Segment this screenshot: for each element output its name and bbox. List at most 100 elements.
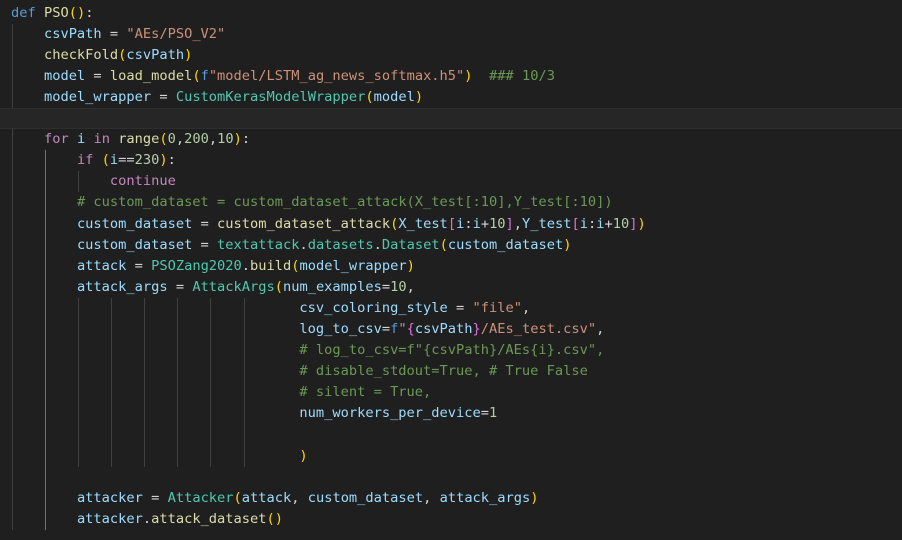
code-token: ) [184,46,193,63]
code-line[interactable] [0,425,902,446]
code-token: ( [68,4,77,21]
code-line[interactable]: attacker = Attacker(attack, custom_datas… [0,488,902,509]
code-token: ) [637,215,646,232]
code-token: , [596,321,605,337]
code-line[interactable]: if (i==230): [0,150,902,171]
code-line-text: attack_args = AttackArgs(num_examples=10… [11,277,415,298]
code-line[interactable]: custom_dataset = textattack.datasets.Dat… [0,235,902,256]
code-token: model_wrapper [43,88,152,105]
code-token: = [192,215,218,232]
code-line[interactable]: for i in range(0,200,10): [0,129,902,150]
code-token: 10 [217,131,234,148]
code-line-text: csv_coloring_style = "file", [11,298,530,319]
code-token: attack_args [76,278,168,295]
code-token: . [299,236,308,253]
code-token: ( [101,152,110,169]
code-token: num_workers_per_device [299,405,481,422]
code-token: Dataset [381,236,440,253]
code-token: = [101,25,127,42]
code-token: attack_dataset [151,510,267,527]
code-token: custom_dataset [447,236,564,253]
code-token: i [76,131,86,148]
code-token: in [93,131,110,148]
code-token: textattack [217,236,300,253]
code-line[interactable]: checkFold(csvPath) [0,45,902,66]
code-editor[interactable]: def PSO(): csvPath = "AEs/PSO_V2" checkF… [0,0,902,540]
code-line[interactable]: csv_coloring_style = "file", [0,298,902,319]
code-token: == [118,152,135,169]
code-token: f [200,67,209,84]
code-token: , [406,278,415,295]
code-token: for [43,131,69,148]
code-line[interactable]: num_workers_per_device=1 [0,403,902,424]
code-token: , [521,299,531,316]
code-line-text: # disable_stdout=True, # True False [11,361,588,382]
code-line[interactable]: # custom_dataset = custom_dataset_attack… [0,192,902,213]
code-token: : [167,152,176,169]
code-line[interactable]: # disable_stdout=True, # True False [0,361,902,382]
code-token: = [126,257,152,274]
code-line[interactable]: attacker.attack_dataset() [0,509,902,530]
code-token: , [291,489,308,506]
code-line[interactable]: log_to_csv=f"{csvPath}/AEs_test.csv", [0,319,902,340]
code-line[interactable]: ) [0,446,902,467]
code-token: # disable_stdout=True, # True False [299,363,588,380]
code-token: ( [159,131,168,148]
code-line[interactable]: model_wrapper = CustomKerasModelWrapper(… [0,87,902,108]
code-token: continue [109,173,176,190]
code-token: log_to_csv [299,321,382,337]
code-token: datasets [307,236,374,253]
code-line[interactable]: # silent = True, [0,382,902,403]
code-token: custom_dataset [307,489,424,506]
code-token: , [513,215,523,232]
code-line[interactable]: custom_dataset = custom_dataset_attack(X… [0,214,902,235]
code-line[interactable]: model = load_model(f"model/LSTM_ag_news_… [0,66,902,87]
code-token: . [373,236,382,253]
code-line-text: for i in range(0,200,10): [11,129,250,150]
code-token: 230 [134,152,160,169]
code-line-text: # silent = True, [11,382,431,403]
code-line[interactable]: def PSO(): [0,3,902,24]
code-token: custom_dataset [76,236,193,253]
code-line[interactable] [0,108,902,130]
code-token: csvPath [414,321,473,337]
code-line[interactable]: continue [0,171,902,192]
code-line[interactable]: csvPath = "AEs/PSO_V2" [0,24,902,45]
code-token: CustomKerasModelWrapper [175,88,366,105]
code-token: ) [406,257,415,274]
code-line[interactable] [0,467,902,488]
code-token: attack_args [439,489,531,506]
code-token: model_wrapper [299,257,407,274]
code-line[interactable]: attack_args = AttackArgs(num_examples=10… [0,277,902,298]
code-token: = [142,489,168,506]
code-token: : [588,215,597,232]
code-token: i [579,215,588,232]
code-line[interactable]: attack = PSOZang2020.build(model_wrapper… [0,256,902,277]
code-line-text: def PSO(): [11,3,93,24]
code-token: 10 [489,215,506,232]
code-token: = [151,88,176,105]
code-token: ( [266,510,275,527]
code-token: AttackArgs [192,278,275,295]
code-token: ) [274,510,283,527]
code-line[interactable]: # log_to_csv=f"{csvPath}/AEs{i}.csv", [0,340,902,361]
